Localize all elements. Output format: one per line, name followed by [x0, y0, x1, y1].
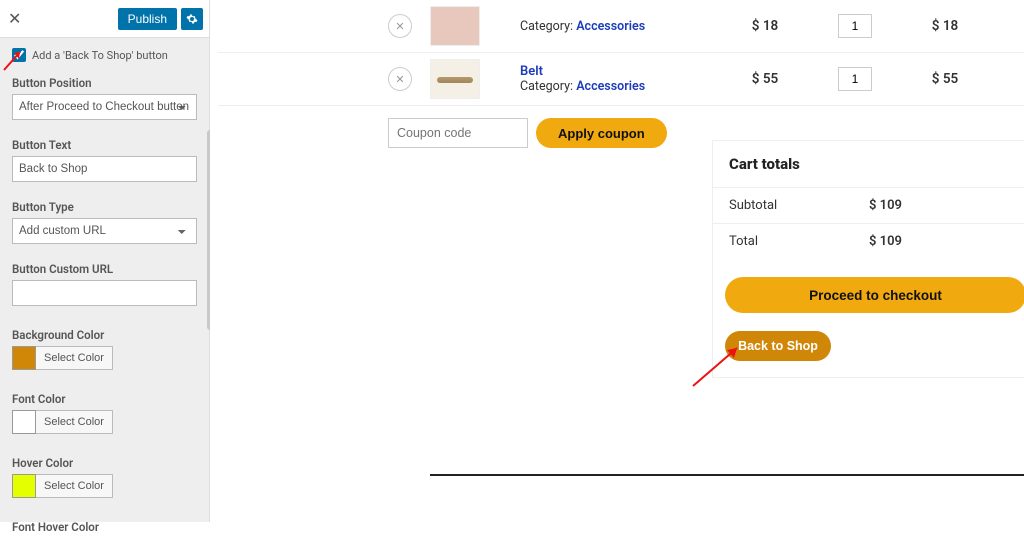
- cart-totals-box: Cart totals Subtotal $ 109 Total $ 109 P…: [712, 140, 1024, 378]
- font-color-swatch[interactable]: [12, 410, 36, 434]
- background-color-swatch[interactable]: [12, 346, 36, 370]
- close-icon[interactable]: ✕: [8, 9, 21, 28]
- button-custom-url-label: Button Custom URL: [12, 262, 197, 276]
- product-qty-input[interactable]: [838, 14, 872, 38]
- product-price: $ 55: [720, 71, 810, 87]
- hover-color-button[interactable]: Select Color: [36, 474, 113, 498]
- cart-totals-heading: Cart totals: [713, 141, 1024, 187]
- product-thumb: [430, 6, 480, 46]
- hover-color-swatch[interactable]: [12, 474, 36, 498]
- total-value: $ 109: [869, 234, 902, 249]
- button-text-input[interactable]: [12, 156, 197, 182]
- subtotal-value: $ 109: [869, 198, 902, 213]
- font-hover-color-label: Font Hover Color: [12, 520, 197, 534]
- remove-item-button[interactable]: ✕: [388, 14, 412, 38]
- product-subtotal: $ 18: [900, 18, 990, 34]
- coupon-input[interactable]: [388, 118, 528, 148]
- background-color-button[interactable]: Select Color: [36, 346, 113, 370]
- add-back-to-shop-label: Add a 'Back To Shop' button: [32, 49, 168, 62]
- footer-divider: [430, 474, 1024, 476]
- cart-preview: ✕ Category: Accessories $ 18 $ 18 ✕ Belt…: [210, 0, 1024, 522]
- table-row: ✕ Category: Accessories $ 18 $ 18: [218, 0, 1024, 53]
- product-subtotal: $ 55: [900, 71, 990, 87]
- button-text-label: Button Text: [12, 138, 197, 152]
- product-thumb: [430, 59, 480, 99]
- product-title[interactable]: Belt: [520, 64, 720, 79]
- customizer-sidebar: ✕ Publish Add a 'Back To Shop' button Bu…: [0, 0, 210, 522]
- button-type-label: Button Type: [12, 200, 197, 214]
- add-back-to-shop-checkbox[interactable]: [12, 48, 26, 62]
- add-back-to-shop-row: Add a 'Back To Shop' button: [0, 38, 209, 70]
- button-position-label: Button Position: [12, 76, 197, 90]
- category-link[interactable]: Accessories: [576, 19, 645, 34]
- category-label: Category:: [520, 79, 573, 94]
- button-type-select[interactable]: Add custom URL: [12, 218, 197, 244]
- gear-icon[interactable]: [181, 8, 203, 30]
- font-color-label: Font Color: [12, 392, 197, 406]
- product-qty-input[interactable]: [838, 67, 872, 91]
- total-label: Total: [729, 234, 809, 249]
- subtotal-label: Subtotal: [729, 198, 809, 213]
- button-custom-url-input[interactable]: [12, 280, 197, 306]
- font-color-button[interactable]: Select Color: [36, 410, 113, 434]
- hover-color-label: Hover Color: [12, 456, 197, 470]
- remove-item-button[interactable]: ✕: [388, 67, 412, 91]
- proceed-to-checkout-button[interactable]: Proceed to checkout: [725, 277, 1024, 313]
- button-position-select[interactable]: After Proceed to Checkout button: [12, 94, 197, 120]
- apply-coupon-button[interactable]: Apply coupon: [536, 118, 667, 148]
- category-link[interactable]: Accessories: [576, 79, 645, 94]
- background-color-label: Background Color: [12, 328, 197, 342]
- back-to-shop-button[interactable]: Back to Shop: [725, 331, 831, 361]
- table-row: ✕ Belt Category: Accessories $ 55 $ 55: [218, 53, 1024, 106]
- publish-label: Publish: [128, 12, 167, 26]
- publish-button[interactable]: Publish: [118, 8, 177, 30]
- customizer-topbar: ✕ Publish: [0, 0, 209, 38]
- product-price: $ 18: [720, 18, 810, 34]
- category-label: Category:: [520, 19, 573, 34]
